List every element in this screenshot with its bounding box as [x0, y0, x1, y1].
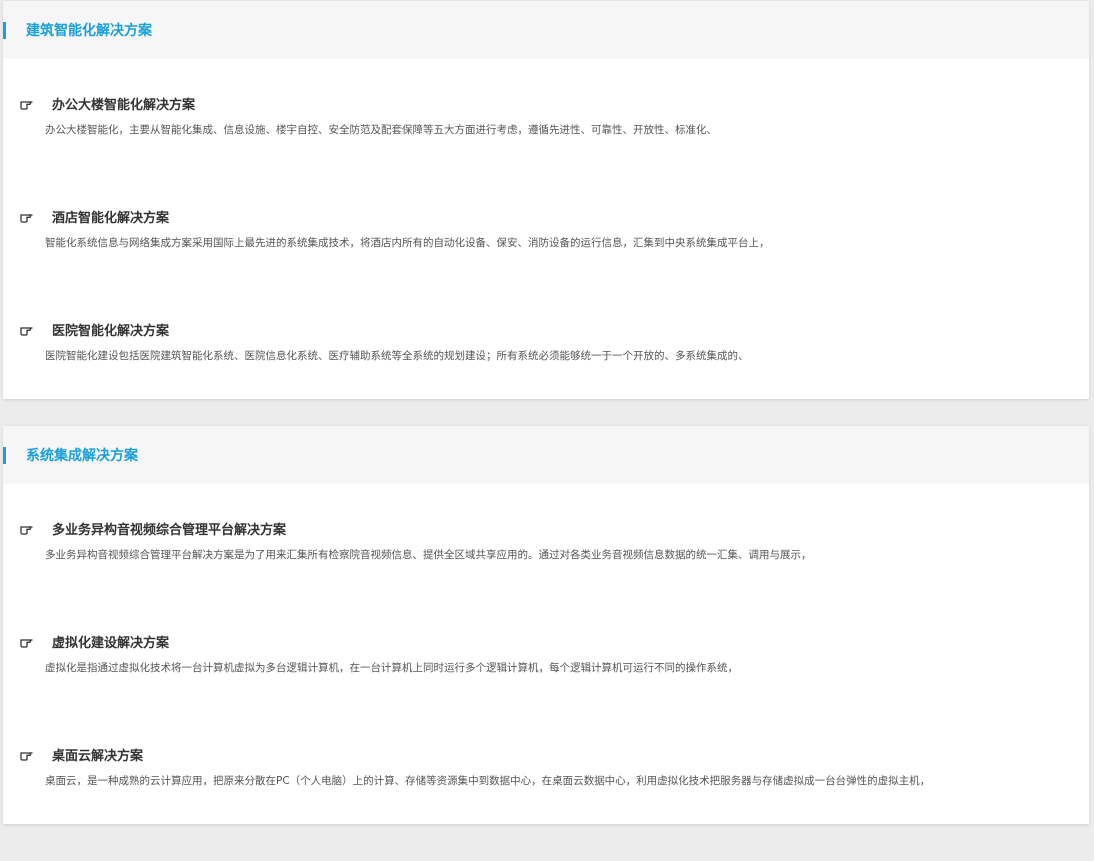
solution-section-building-intelligence: 建筑智能化解决方案 办公大楼智能化解决方案 办公大楼智能化，主要从智能化集成、信… — [3, 1, 1089, 399]
section-header: 系统集成解决方案 — [3, 426, 1089, 484]
section-accent-bar — [3, 447, 6, 464]
solution-item-description: 虚拟化是指通过虚拟化技术将一台计算机虚拟为多台逻辑计算机，在一台计算机上同时运行… — [45, 662, 738, 674]
solution-item-desktop-cloud[interactable]: 桌面云解决方案 桌面云，是一种成熟的云计算应用，把原来分散在PC（个人电脑）上的… — [3, 748, 1089, 861]
solution-item-title[interactable]: 医院智能化解决方案 — [52, 323, 169, 341]
section-accent-bar — [3, 22, 6, 39]
section-title: 建筑智能化解决方案 — [26, 23, 152, 39]
pointing-hand-icon — [20, 323, 34, 337]
solution-item-av-platform[interactable]: 多业务异构音视频综合管理平台解决方案 多业务异构音视频综合管理平台解决方案是为了… — [3, 522, 1089, 635]
solution-item-hotel[interactable]: 酒店智能化解决方案 智能化系统信息与网络集成方案采用国际上最先进的系统集成技术，… — [3, 210, 1089, 323]
solution-item-title[interactable]: 桌面云解决方案 — [52, 748, 143, 766]
solution-item-description: 桌面云，是一种成熟的云计算应用，把原来分散在PC（个人电脑）上的计算、存储等资源… — [45, 775, 931, 787]
solution-item-hospital[interactable]: 医院智能化解决方案 医院智能化建设包括医院建筑智能化系统、医院信息化系统、医疗辅… — [3, 323, 1089, 436]
pointing-hand-icon — [20, 522, 34, 536]
solution-item-title[interactable]: 办公大楼智能化解决方案 — [52, 97, 195, 115]
solution-item-title[interactable]: 虚拟化建设解决方案 — [52, 635, 169, 653]
section-title: 系统集成解决方案 — [26, 448, 138, 464]
solution-item-office-building[interactable]: 办公大楼智能化解决方案 办公大楼智能化，主要从智能化集成、信息设施、楼宇自控、安… — [3, 97, 1089, 210]
pointing-hand-icon — [20, 635, 34, 649]
solution-item-description: 智能化系统信息与网络集成方案采用国际上最先进的系统集成技术，将酒店内所有的自动化… — [45, 237, 770, 249]
solution-item-title[interactable]: 多业务异构音视频综合管理平台解决方案 — [52, 522, 286, 540]
solution-item-title[interactable]: 酒店智能化解决方案 — [52, 210, 169, 228]
solution-section-system-integration: 系统集成解决方案 多业务异构音视频综合管理平台解决方案 多业务异构音视频综合管理… — [3, 426, 1089, 824]
pointing-hand-icon — [20, 210, 34, 224]
solution-item-description: 医院智能化建设包括医院建筑智能化系统、医院信息化系统、医疗辅助系统等全系统的规划… — [45, 350, 749, 362]
solution-item-description: 办公大楼智能化，主要从智能化集成、信息设施、楼宇自控、安全防范及配套保障等五大方… — [45, 124, 717, 136]
section-header: 建筑智能化解决方案 — [3, 1, 1089, 59]
solution-item-virtualization[interactable]: 虚拟化建设解决方案 虚拟化是指通过虚拟化技术将一台计算机虚拟为多台逻辑计算机，在… — [3, 635, 1089, 748]
pointing-hand-icon — [20, 97, 34, 111]
solution-item-description: 多业务异构音视频综合管理平台解决方案是为了用来汇集所有检察院音视频信息、提供全区… — [45, 549, 812, 561]
pointing-hand-icon — [20, 748, 34, 762]
